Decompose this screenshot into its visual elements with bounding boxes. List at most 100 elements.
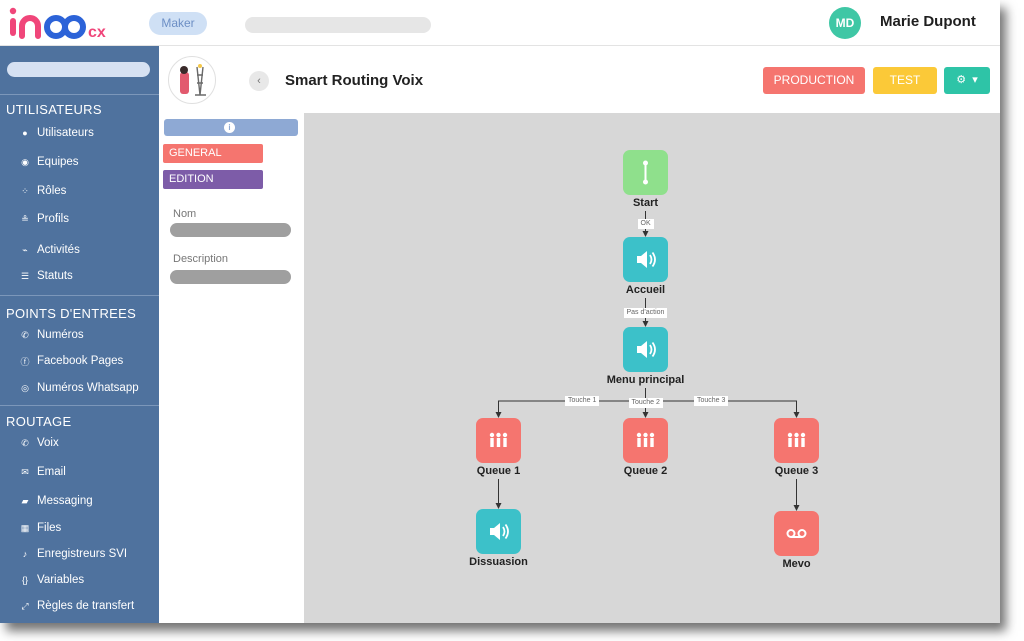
- sidebar-item-label: Messaging: [37, 495, 93, 507]
- sidebar-item-label: Facebook Pages: [37, 355, 124, 367]
- chevron-down-icon: ▾: [972, 74, 978, 86]
- test-button[interactable]: TEST: [873, 67, 937, 94]
- top-search-bar[interactable]: [245, 17, 431, 33]
- sidebar-item-statuts[interactable]: ☰ Statuts: [19, 267, 73, 285]
- sidebar-item-label: Profils: [37, 213, 69, 225]
- microphone-icon: ♪: [22, 549, 28, 559]
- production-button[interactable]: PRODUCTION: [763, 67, 865, 94]
- flow-node-label: Queue 3: [774, 465, 819, 477]
- flow-node-q3[interactable]: [774, 418, 819, 463]
- flow-node-menu[interactable]: [623, 327, 668, 372]
- tab-edition[interactable]: EDITION: [163, 170, 263, 189]
- sidebar-item-email[interactable]: ✉ Email: [19, 463, 66, 481]
- name-field[interactable]: [170, 223, 291, 237]
- speaker-icon: [637, 251, 656, 268]
- transfer-icon: ⤢: [21, 600, 29, 611]
- sidebar-item-label: Rôles: [37, 185, 67, 197]
- flow-node-label: Accueil: [625, 284, 666, 296]
- email-icon: ✉: [21, 466, 29, 477]
- flow-node-label: Dissuasion: [469, 556, 528, 568]
- sidebar-item-utilisateurs[interactable]: ● Utilisateurs: [19, 124, 94, 142]
- queue-icon: [489, 432, 508, 447]
- roles-icon: ⁘: [21, 185, 29, 196]
- sidebar-item-numeros[interactable]: ✆ Numéros: [19, 326, 84, 344]
- sidebar: UTILISATEURS ● Utilisateurs ◉ Equipes ⁘ Rôl…: [0, 46, 159, 623]
- sidebar-item-numeros-whatsapp[interactable]: ◎ Numéros Whatsapp: [19, 379, 139, 397]
- sidebar-item-label: Statuts: [37, 270, 73, 282]
- sidebar-item-label: Files: [37, 522, 62, 534]
- sidebar-item-label: Voix: [37, 437, 59, 449]
- sidebar-search-input[interactable]: [7, 62, 150, 77]
- queue-icon: [636, 432, 655, 447]
- gear-icon: ⚙: [956, 74, 967, 86]
- queue-icon: [787, 432, 806, 447]
- sidebar-item-label: Règles de transfert: [37, 600, 135, 612]
- maker-badge[interactable]: Maker: [149, 12, 207, 35]
- sidebar-item-label: Utilisateurs: [37, 127, 94, 139]
- team-icon: ◉: [21, 156, 29, 167]
- flow-node-q2[interactable]: [623, 418, 668, 463]
- phone-icon: ✆: [21, 329, 29, 340]
- flow-node-start[interactable]: [623, 150, 668, 195]
- user-icon: ●: [22, 128, 28, 138]
- description-field[interactable]: [170, 270, 291, 284]
- sidebar-item-label: Equipes: [37, 156, 79, 168]
- sidebar-item-regles-transfert[interactable]: ⤢ Règles de transfert: [19, 597, 134, 615]
- sidebar-item-label: Email: [37, 466, 66, 478]
- section-title-utilisateurs: UTILISATEURS: [6, 102, 102, 117]
- flow-node-label: Start: [632, 197, 659, 209]
- avatar[interactable]: MD: [829, 7, 861, 39]
- sidebar-item-label: Variables: [37, 574, 85, 586]
- flow-edge-label: OK: [637, 219, 654, 229]
- sidebar-item-equipes[interactable]: ◉ Equipes: [19, 153, 79, 171]
- flow-node-label: Queue 1: [476, 465, 521, 477]
- app-window: cx Maker MD Marie Dupont UTILISATEURS ● U…: [0, 0, 1000, 623]
- sidebar-item-voix[interactable]: ✆ Voix: [19, 434, 59, 452]
- flow-node-dissuasion[interactable]: [476, 509, 521, 554]
- sidebar-divider: [0, 295, 159, 296]
- sidebar-item-activites[interactable]: ⌁ Activités: [19, 241, 80, 259]
- flow-node-mevo[interactable]: [774, 511, 819, 556]
- sidebar-item-variables[interactable]: {} Variables: [19, 571, 84, 589]
- flow-edge-label: Touche 1: [565, 396, 600, 406]
- sidebar-item-profils[interactable]: ≗ Profils: [19, 210, 69, 228]
- name-label: Nom: [173, 208, 197, 220]
- sidebar-divider: [0, 94, 159, 95]
- voicemail-icon: [786, 529, 807, 538]
- flow-edge-label: Pas d'action: [623, 307, 668, 318]
- sidebar-item-roles[interactable]: ⁘ Rôles: [19, 182, 66, 200]
- queue-icon: ▦: [20, 522, 30, 533]
- sidebar-item-label: Numéros Whatsapp: [37, 382, 139, 394]
- back-button[interactable]: ‹: [249, 71, 269, 91]
- flow-node-q1[interactable]: [476, 418, 521, 463]
- chat-icon: ▰: [21, 495, 29, 506]
- list-icon: ☰: [20, 270, 30, 281]
- sidebar-item-files[interactable]: ▦ Files: [19, 519, 62, 537]
- user-name[interactable]: Marie Dupont: [880, 13, 976, 30]
- info-icon: i: [224, 122, 235, 133]
- sidebar-item-facebook-pages[interactable]: ⓕ Facebook Pages: [19, 352, 123, 370]
- flow-edge-label: Touche 3: [694, 396, 729, 406]
- flow-node-accueil[interactable]: [623, 237, 668, 282]
- sidebar-item-label: Numéros: [37, 329, 84, 341]
- sidebar-divider: [0, 405, 159, 406]
- flow-node-label: Menu principal: [606, 374, 685, 386]
- braces-icon: {}: [21, 575, 28, 585]
- section-title-points-entrees: POINTS D'ENTREES: [6, 306, 137, 321]
- flow-illustration: [168, 56, 216, 104]
- inocx-logo[interactable]: cx: [8, 6, 120, 42]
- flow-edge-label: Touche 2: [628, 398, 663, 408]
- top-bar: cx Maker MD Marie Dupont: [0, 0, 1000, 46]
- page-title: Smart Routing Voix: [285, 72, 424, 89]
- settings-dropdown-button[interactable]: ⚙ ▾: [944, 67, 990, 94]
- info-bar[interactable]: i: [164, 119, 298, 136]
- flow-node-label: Mevo: [782, 558, 811, 570]
- profiles-icon: ≗: [21, 213, 29, 224]
- sidebar-item-enregistreurs-svi[interactable]: ♪ Enregistreurs SVI: [19, 545, 127, 563]
- sidebar-item-messaging[interactable]: ▰ Messaging: [19, 492, 93, 510]
- speaker-icon: [637, 341, 656, 358]
- activity-icon: ⌁: [22, 244, 28, 255]
- tab-general[interactable]: GENERAL: [163, 144, 263, 163]
- sidebar-item-label: Enregistreurs SVI: [37, 548, 128, 560]
- whatsapp-icon: ◎: [21, 382, 29, 393]
